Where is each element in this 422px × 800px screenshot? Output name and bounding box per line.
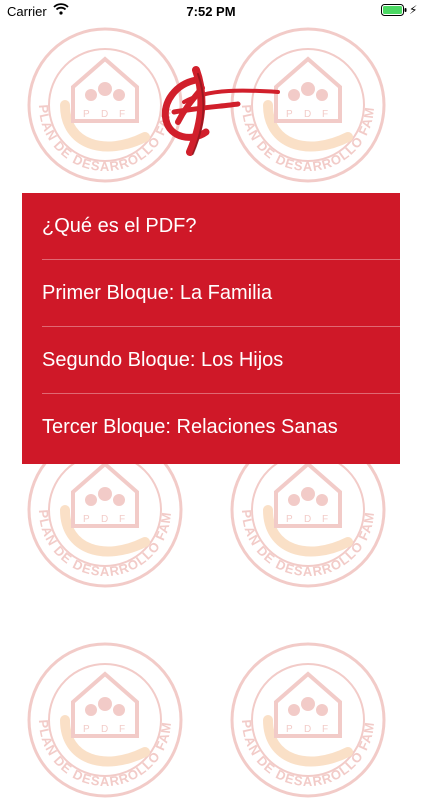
status-bar: Carrier 7:52 PM ⚡: [0, 0, 422, 22]
svg-text:D: D: [101, 514, 108, 525]
svg-text:PLAN DE DESARROLLO FAMILIAR: PLAN DE DESARROLLO FAMILIAR: [25, 640, 174, 789]
svg-text:F: F: [322, 724, 328, 735]
svg-text:D: D: [101, 109, 108, 120]
menu-item-label: Tercer Bloque: Relaciones Sanas: [42, 416, 338, 438]
bolt-icon: ⚡: [409, 3, 418, 17]
svg-text:F: F: [322, 514, 328, 525]
menu-item-label: ¿Qué es el PDF?: [42, 215, 197, 237]
main-menu: ¿Qué es el PDF? Primer Bloque: La Famili…: [22, 193, 400, 464]
svg-text:D: D: [304, 109, 311, 120]
menu-item-tercer-bloque[interactable]: Tercer Bloque: Relaciones Sanas: [22, 394, 400, 461]
menu-item-segundo-bloque[interactable]: Segundo Bloque: Los Hijos: [22, 327, 400, 394]
svg-text:P: P: [83, 109, 90, 120]
menu-item-primer-bloque[interactable]: Primer Bloque: La Familia: [22, 260, 400, 327]
svg-text:F: F: [119, 514, 125, 525]
svg-text:P: P: [83, 724, 90, 735]
battery-icon: [381, 4, 407, 19]
menu-item-label: Segundo Bloque: Los Hijos: [42, 349, 284, 371]
svg-text:P: P: [286, 724, 293, 735]
svg-text:D: D: [101, 724, 108, 735]
clock: 7:52 PM: [186, 4, 236, 19]
family-seal-watermark: PLAN DE DESARROLLO FAMILIARPDF: [228, 640, 388, 800]
seal-caption: PLAN DE DESARROLLO FAMILIAR: [25, 640, 173, 789]
pdf-stylized-monogram-icon: [138, 62, 288, 157]
svg-text:P: P: [286, 514, 293, 525]
svg-text:P: P: [83, 514, 90, 525]
svg-text:F: F: [119, 109, 125, 120]
svg-text:D: D: [304, 514, 311, 525]
menu-item-label: Primer Bloque: La Familia: [42, 282, 273, 304]
svg-text:F: F: [322, 109, 328, 120]
svg-text:F: F: [119, 724, 125, 735]
svg-text:D: D: [304, 724, 311, 735]
seal-caption: PLAN DE DESARROLLO FAMILIAR: [228, 640, 376, 789]
svg-text:PLAN DE DESARROLLO FAMILIAR: PLAN DE DESARROLLO FAMILIAR: [228, 640, 377, 789]
menu-item-que-es-pdf[interactable]: ¿Qué es el PDF?: [22, 193, 400, 260]
family-seal-watermark: PLAN DE DESARROLLO FAMILIARPDF: [25, 640, 185, 800]
